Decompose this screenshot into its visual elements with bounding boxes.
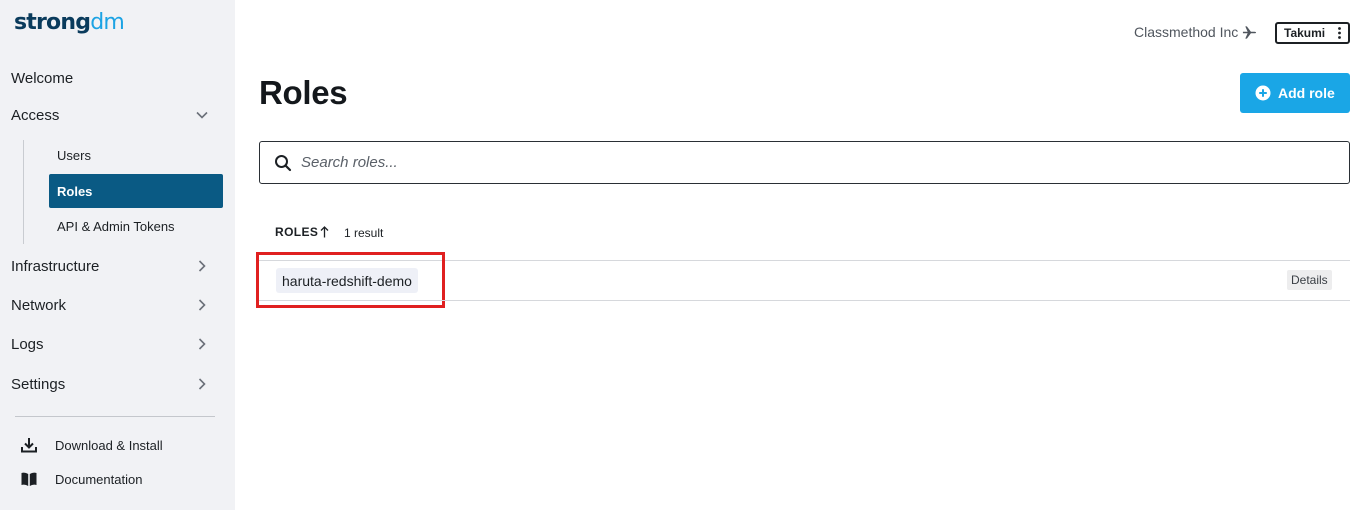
sidebar-item-settings[interactable]: Settings [11,371,221,397]
organization-name: Classmethod Inc [1134,24,1257,40]
user-menu-button[interactable]: Takumi [1275,22,1350,44]
download-icon [21,438,37,453]
sidebar-item-label: Welcome [11,69,74,87]
sidebar-item-roles[interactable]: Roles [49,174,223,208]
sidebar-item-label: Network [11,296,67,314]
chevron-right-icon [198,338,206,350]
airplane-icon [1243,25,1257,39]
chevron-right-icon [198,299,206,311]
search-box[interactable] [259,141,1350,184]
sidebar-item-label: Access [11,106,60,124]
page-title: Roles [259,74,348,111]
sidebar-item-label: Settings [11,375,66,393]
sidebar: strongdm Welcome Access Users Roles API … [0,0,235,510]
add-role-button[interactable]: Add role [1240,73,1350,113]
roles-column-header[interactable]: ROLES [275,225,329,239]
search-icon [275,154,292,171]
arrow-up-icon [320,226,329,238]
sidebar-subitem-label: API & Admin Tokens [57,218,175,234]
documentation-link[interactable]: Documentation [20,468,142,490]
app-root: strongdm Welcome Access Users Roles API … [0,0,1364,510]
sidebar-divider [15,416,215,417]
sidebar-item-infrastructure[interactable]: Infrastructure [11,253,221,279]
download-install-link[interactable]: Download & Install [20,434,163,456]
sidebar-item-users[interactable]: Users [49,138,223,172]
chevron-right-icon [198,378,206,390]
sidebar-item-label: Logs [11,335,44,353]
book-icon [21,472,37,486]
kebab-icon [1338,27,1341,39]
sidebar-item-label: Infrastructure [11,257,100,275]
submenu-guide-line [23,140,24,244]
sidebar-item-welcome[interactable]: Welcome [11,65,221,91]
user-name: Takumi [1284,26,1326,40]
sidebar-subitem-label: Roles [57,183,93,199]
logo-suffix: dm [90,10,125,35]
sidebar-item-network[interactable]: Network [11,292,221,318]
chevron-right-icon [198,260,206,272]
column-label: ROLES [275,225,319,239]
sidebar-item-logs[interactable]: Logs [11,331,221,357]
result-count: 1 result [344,226,384,240]
plus-circle-icon [1255,85,1271,101]
table-row-divider [259,300,1350,301]
sidebar-item-access[interactable]: Access [11,102,221,128]
add-role-label: Add role [1278,85,1335,101]
logo-prefix: strong [14,10,91,35]
sidebar-subitem-label: Users [57,147,91,163]
search-input[interactable] [301,154,1301,171]
sidebar-item-api-admin-tokens[interactable]: API & Admin Tokens [49,209,223,243]
details-button[interactable]: Details [1287,270,1332,290]
documentation-label: Documentation [55,471,143,487]
strongdm-logo[interactable]: strongdm [14,10,125,35]
org-name-text: Classmethod Inc [1134,24,1239,40]
chevron-down-icon [196,111,208,119]
download-install-label: Download & Install [55,437,163,453]
